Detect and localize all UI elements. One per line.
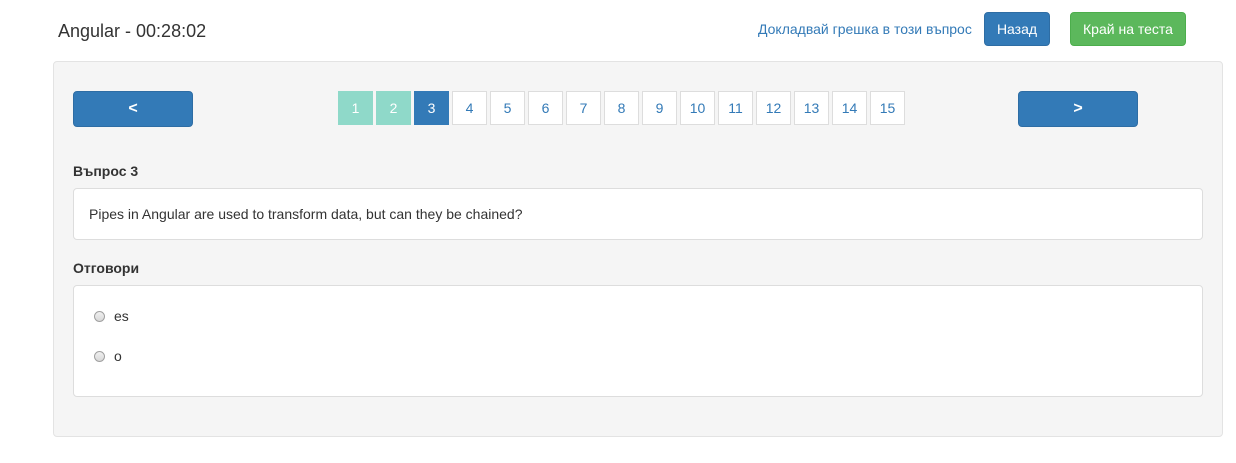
answer-option[interactable]: o xyxy=(94,348,122,364)
page-button[interactable]: 10 xyxy=(680,91,715,125)
question-box: Pipes in Angular are used to transform d… xyxy=(73,188,1203,240)
page-button[interactable]: 4 xyxy=(452,91,487,125)
page-title: Angular - 00:28:02 xyxy=(58,21,207,41)
page-button[interactable]: 8 xyxy=(604,91,639,125)
page-button[interactable]: 13 xyxy=(794,91,829,125)
page-button[interactable]: 7 xyxy=(566,91,601,125)
answer-label: es xyxy=(114,308,129,324)
answers-box: es o xyxy=(73,285,1203,397)
report-error-link[interactable]: Докладвай грешка в този въпрос xyxy=(758,20,972,38)
finish-test-button[interactable]: Край на теста xyxy=(1070,12,1186,46)
answers-heading: Отговори xyxy=(73,260,140,276)
previous-question-button[interactable]: < xyxy=(73,91,193,127)
page-button[interactable]: 9 xyxy=(642,91,677,125)
page-button[interactable]: 2 xyxy=(376,91,411,125)
back-button[interactable]: Назад xyxy=(984,12,1050,46)
page-button[interactable]: 11 xyxy=(718,91,753,125)
page-button[interactable]: 15 xyxy=(870,91,905,125)
next-question-button[interactable]: > xyxy=(1018,91,1138,127)
page-button[interactable]: 5 xyxy=(490,91,525,125)
radio-button[interactable] xyxy=(94,310,105,322)
page-button[interactable]: 6 xyxy=(528,91,563,125)
radio-button[interactable] xyxy=(94,350,105,362)
question-pager: 1 2 3 4 5 6 7 8 9 10 11 12 13 14 15 xyxy=(338,91,908,125)
question-text: Pipes in Angular are used to transform d… xyxy=(89,206,523,222)
page-button[interactable]: 12 xyxy=(756,91,791,125)
quiz-page: Angular - 00:28:02 Докладвай грешка в то… xyxy=(0,0,1236,463)
answer-option[interactable]: es xyxy=(94,308,129,324)
quiz-panel: < 1 2 3 4 5 6 7 8 9 10 11 12 13 14 15 > … xyxy=(53,61,1223,437)
page-button[interactable]: 14 xyxy=(832,91,867,125)
page-button[interactable]: 3 xyxy=(414,91,449,125)
answer-label: o xyxy=(114,348,122,364)
page-button[interactable]: 1 xyxy=(338,91,373,125)
question-heading: Въпрос 3 xyxy=(73,163,139,179)
